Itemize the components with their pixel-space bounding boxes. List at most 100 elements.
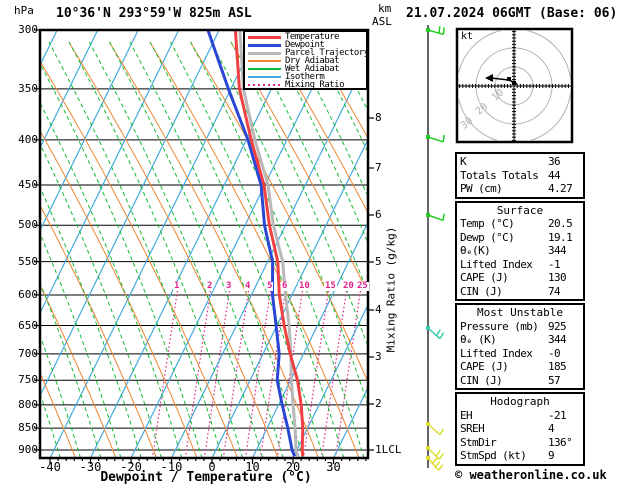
table-row: StmSpd (kt) 9 [460,449,580,463]
table-row: Temp (°C) 20.5 [460,217,580,231]
table-row-value: 136° [548,435,573,449]
copyright-note: © weatheronline.co.uk [455,468,607,482]
table-row: K 36 [460,155,580,169]
table-row-label: StmSpd (kt) [460,449,527,462]
table-row-label: Totals Totals [460,168,539,182]
legend-swatch [248,43,281,47]
table-section-header: Most Unstable [476,306,564,319]
table-row-label: θₑ(K) [460,244,491,257]
table-row-label: Lifted Index [460,346,533,360]
table-row: Pressure (mb) 925 [460,320,580,334]
table-row-label: CIN (J) [460,284,503,298]
pressure-tick-label: 800 [18,397,38,411]
pressure-tick-label: 450 [18,177,38,191]
wind-barb [426,422,445,436]
table-row-label: EH [460,408,473,422]
table-row: PW (cm) 4.27 [460,182,580,196]
station-title: 10°36'N 293°59'W 825m ASL [56,6,252,21]
table-row: θₑ(K) 344 [460,244,580,258]
table-row: StmDir 136° [460,436,580,450]
table-row-value: 74 [548,284,561,298]
km-tick-label: 7 [375,161,382,174]
mixing-ratio-label: 25 [356,281,369,291]
altitude-unit-asl: ASL [372,15,392,28]
table-row: θₑ (K) 344 [460,333,580,347]
temperature-tick-label: 30 [326,460,341,474]
pressure-tick-label: 750 [18,373,38,387]
table-row-label: Dewp (°C) [460,230,515,244]
mixing-ratio-label: 6 [281,281,289,291]
table-row: CAPE (J) 185 [460,360,580,374]
hodograph [455,27,574,144]
legend-item: Mixing Ratio [245,80,366,90]
datetime-title: 21.07.2024 06GMT (Base: 06) [406,6,618,21]
table-row-label: PW (cm) [460,182,503,195]
table-row-label: Pressure (mb) [460,319,539,333]
table-row: Lifted Index -0 [460,347,580,361]
skewt-page: hPa 10°36'N 293°59'W 825m ASL km ASL 21.… [0,0,629,486]
pressure-tick-label: 300 [18,22,38,36]
legend-label: Mixing Ratio [285,80,345,90]
legend-swatch [248,60,281,62]
table-row-label: CAPE (J) [460,360,509,373]
table-section: Hodograph EH -21 SREH 4 StmDir 136° StmSpd (kt)… [455,392,585,466]
table-row-label: Lifted Index [460,257,533,271]
legend-swatch [248,68,281,70]
x-axis-title: Dewpoint / Temperature (°C) [100,470,312,485]
table-row: Totals Totals 44 [460,169,580,183]
wind-barb [426,134,445,143]
table-row-value: 9 [548,449,555,462]
table-row-value: 4 [548,422,555,435]
table-row: SREH 4 [460,422,580,436]
table-row-label: CIN (J) [460,373,503,387]
pressure-tick-label: 500 [18,218,38,232]
mixing-ratio-label: 15 [324,281,337,291]
table-row: CIN (J) 57 [460,374,580,388]
table-row-value: 185 [548,360,567,373]
table-row: Dewp (°C) 19.1 [460,231,580,245]
table-row-label: SREH [460,422,485,435]
table-row-value: 4.27 [548,182,573,195]
wind-barb-column [426,25,445,471]
sounding-indices-table: K 36 Totals Totals 44 PW (cm) 4.27 Surface Temp… [455,152,585,468]
table-section: K 36 Totals Totals 44 PW (cm) 4.27 [455,152,585,199]
pressure-tick-label: 850 [18,421,38,435]
km-tick-label: 1LCL [375,443,402,456]
mixing-ratio-label: 4 [244,281,252,291]
table-row-value: 44 [548,168,561,182]
wind-barb [426,326,445,340]
km-tick-label: 2 [375,397,382,410]
mixing-ratio-label: 10 [298,281,311,291]
table-row-value: 344 [548,333,567,346]
pressure-tick-label: 400 [18,132,38,146]
km-tick-label: 5 [375,255,382,268]
table-row-label: StmDir [460,435,497,449]
mixing-ratio-axis-title: Mixing Ratio (g/kg) [384,226,398,353]
legend-swatch [248,51,281,55]
pressure-tick-label: 600 [18,287,38,301]
table-row: Lifted Index -1 [460,258,580,272]
km-tick-label: 4 [375,303,382,316]
legend: Temperature Dewpoint Parcel Trajectory Dry … [243,30,369,90]
mixing-ratio-label: 20 [342,281,355,291]
table-row-value: 19.1 [548,230,573,244]
altitude-unit-km: km [378,2,392,15]
axis-ticks [34,29,374,464]
legend-swatch [248,35,281,39]
pressure-tick-label: 550 [18,254,38,268]
hodograph-unit-label: kt [461,31,474,42]
wind-barb [426,213,445,222]
table-row-label: K [460,155,467,168]
mixing-ratio-label: 2 [206,281,214,291]
wind-barb [426,26,445,36]
mixing-ratio-label: 5 [266,281,274,291]
table-section: Most Unstable Pressure (mb) 925 θₑ (K) 344 Li… [455,303,585,390]
table-section-header: Hodograph [490,395,550,408]
legend-swatch [248,76,281,78]
km-tick-label: 3 [375,350,382,363]
pressure-tick-label: 900 [18,442,38,456]
pressure-unit-label: hPa [14,4,34,17]
table-row-value: 130 [548,271,567,284]
table-row-value: 925 [548,319,567,333]
mixing-ratio-label: 1 [173,281,181,291]
